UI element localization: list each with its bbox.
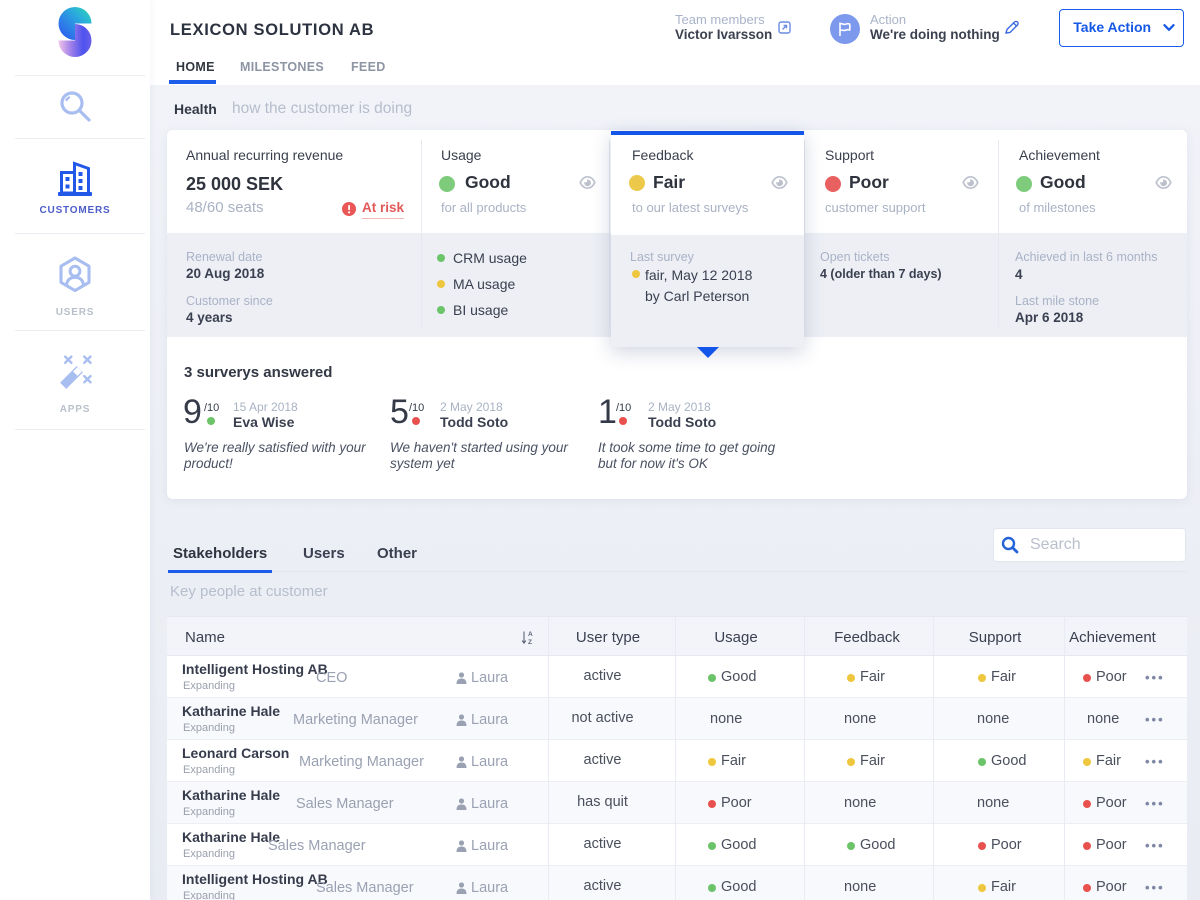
- svg-text:A: A: [528, 631, 533, 638]
- svg-text:Z: Z: [528, 639, 532, 645]
